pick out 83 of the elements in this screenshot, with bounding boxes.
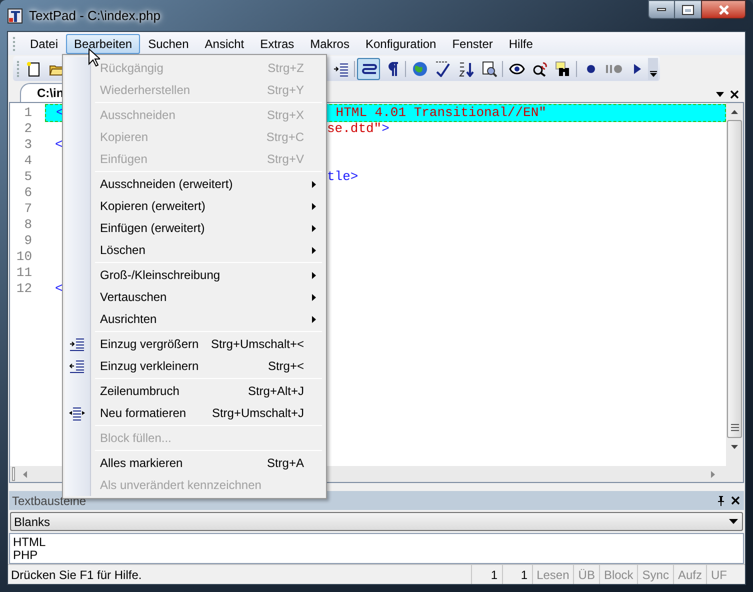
line-number: 12 <box>15 281 32 297</box>
menu-item[interactable]: Zeilenumbruch Strg+Alt+J <box>63 380 326 402</box>
menu-item[interactable]: Alles markieren Strg+A <box>63 452 326 474</box>
menu-item[interactable]: Datei <box>22 34 66 54</box>
code-text: < <box>55 281 63 296</box>
outdent-icon <box>69 358 85 374</box>
menu-item[interactable]: Einzug verkleinern Strg+< <box>63 355 326 377</box>
minimize-button[interactable] <box>648 0 675 19</box>
toolbar-button[interactable] <box>357 58 380 80</box>
scroll-down-icon[interactable] <box>731 444 738 448</box>
maximize-icon <box>683 6 693 14</box>
code-text: HTML 4.01 Transitional//EN" <box>334 105 546 121</box>
line-number: 10 <box>15 249 32 265</box>
library-dropdown[interactable]: Blanks <box>10 512 743 531</box>
minimize-icon <box>657 8 666 11</box>
list-entry[interactable]: HTML <box>13 536 743 549</box>
status-indicator: UF <box>706 565 731 584</box>
line-number: 3 <box>23 137 32 153</box>
menu-item[interactable]: Ausrichten <box>63 308 326 330</box>
menu-item[interactable]: Suchen <box>140 34 197 54</box>
toolbar-overflow-icon[interactable] <box>648 58 658 80</box>
status-indicator: Sync <box>637 565 673 584</box>
menu-item[interactable]: Einzug vergrößern Strg+Umschalt+< <box>63 333 326 355</box>
code-text: se.dtd"> <box>327 121 390 137</box>
globe-icon[interactable] <box>412 60 428 76</box>
column-indicator: 1 <box>502 565 532 584</box>
window-title: TextPad - C:\index.php <box>29 6 161 25</box>
sort-icon[interactable] <box>458 60 474 76</box>
menu-item[interactable]: Makros <box>302 34 358 54</box>
scroll-up-icon[interactable] <box>731 110 738 114</box>
pin-icon[interactable] <box>717 496 725 506</box>
maximize-button[interactable] <box>675 0 701 19</box>
cursor-icon <box>88 48 100 67</box>
grip-icon <box>730 424 738 431</box>
list-entry[interactable]: PHP <box>13 549 743 562</box>
line-number: 2 <box>23 121 32 137</box>
reformat-icon <box>69 405 85 421</box>
close-button[interactable] <box>701 0 746 19</box>
spellcheck-icon[interactable] <box>434 60 450 76</box>
line-number: 4 <box>23 153 32 169</box>
status-indicator: Block <box>598 565 638 584</box>
search-icon[interactable] <box>480 60 496 76</box>
menu-item[interactable]: Neu formatieren Strg+Umschalt+J <box>63 402 326 424</box>
dropdown-icon[interactable] <box>716 92 724 97</box>
app-icon <box>7 8 23 24</box>
status-indicator: ÜB <box>573 565 599 584</box>
line-number: 11 <box>15 265 32 281</box>
scroll-right-icon[interactable] <box>711 470 715 478</box>
vertical-scrollbar[interactable] <box>726 103 743 466</box>
scroll-left-icon[interactable] <box>23 470 27 478</box>
binoculars-icon[interactable] <box>554 60 570 76</box>
close-icon[interactable] <box>730 90 739 99</box>
menu-item[interactable]: Einfügen (erweitert) <box>63 217 326 239</box>
new-file-icon[interactable] <box>26 60 42 76</box>
indent-icon[interactable] <box>332 60 348 76</box>
replace-icon[interactable] <box>532 60 548 76</box>
close-icon <box>718 4 730 14</box>
menu-item[interactable]: Ansicht <box>196 34 252 54</box>
close-icon[interactable] <box>731 496 740 505</box>
line-number: 9 <box>23 233 32 249</box>
code-text: < <box>55 137 63 152</box>
status-message: Drücken Sie F1 für Hilfe. <box>10 566 142 584</box>
menu-item[interactable]: Hilfe <box>500 34 541 54</box>
menu-item[interactable]: Fenster <box>444 34 501 54</box>
line-indicator: 1 <box>470 565 502 584</box>
status-indicator: Lesen <box>532 565 574 584</box>
status-indicator: Aufz <box>672 565 706 584</box>
menu-item[interactable]: Kopieren (erweitert) <box>63 195 326 217</box>
menu-item[interactable]: Konfiguration <box>357 34 444 54</box>
line-number: 1 <box>23 105 32 121</box>
line-number: 5 <box>23 169 32 185</box>
menu-item[interactable]: Bearbeiten <box>66 34 140 54</box>
menu-item[interactable]: Extras <box>252 34 302 54</box>
line-number: 7 <box>23 201 32 217</box>
line-number: 8 <box>23 217 32 233</box>
dropdown-icon[interactable] <box>729 519 738 524</box>
menu-item[interactable]: Vertauschen <box>63 286 326 308</box>
indent-icon <box>69 336 85 352</box>
code-text: tle> <box>327 169 358 185</box>
line-number: 6 <box>23 185 32 201</box>
menu-item[interactable]: Ausschneiden (erweitert) <box>63 173 326 195</box>
menu-item[interactable]: Groß-/Kleinschreibung <box>63 264 326 286</box>
menu-item[interactable]: Löschen <box>63 239 326 261</box>
